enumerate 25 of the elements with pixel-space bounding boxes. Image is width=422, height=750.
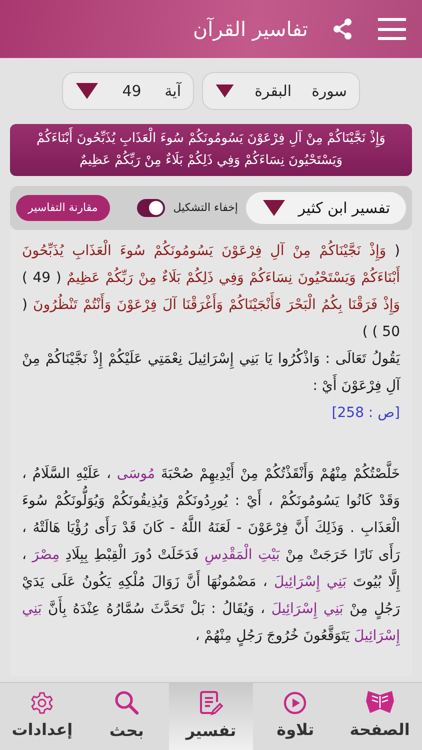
tafsir-dropdown[interactable]: تفسير ابن كثير bbox=[246, 192, 406, 224]
tafsir-paragraph: يَقُولُ تَعَالَى : وَاذْكُرُوا يَا بَنِي إِسْرَائِيلَ نِعْمَتِي عَلَيْكُمْ إِذْ نَجَّيْنَاكُمْ مِنْ آلِ فِرْعَوْنَ أَيْ : bbox=[22, 346, 400, 400]
tafsir-paragraph: [ص : 258] bbox=[330, 404, 400, 423]
dropdown-triangle-icon bbox=[262, 199, 286, 217]
tafsir-paragraph: خَلَّصْتُكُمْ مِنْهُمْ وَأَنْقَذْتُكُمْ مِنْ أَيْدِيهِمْ صُحْبَةَ مُوسَى ، عَلَيْهِ السَّلَامُ ، وَقَدْ كَانُوا يَسُومُونَكُمْ ، أَيْ : يُورِدُونَكُمْ وَيُذِيقُونَكُمْ وَيُوَلُّونَكُمْ سُوءَ الْعَذَابِ . وَذَلِكَ أَنَّ فِرْعَوْنَ - لَعَنَهُ اللَّهُ - كَانَ قَدْ رَأَى رُؤْيَا هَالَتْهُ ، رَأَى نَارًا خَرَجَتْ مِنْ بَيْتِ الْمَقْدِسِ فَدَخَلَتْ دُورَ الْقِبْطِ بِبِلَادِ مِصْرَ ، إِلَّا بُيُوتَ بَنِي إِسْرَائِيلَ ، مَضْمُونُهَا أَنَّ زَوَالَ مُلْكِهِ يَكُونُ عَلَى يَدَيْ رَجُلٍ مِنْ بَنِي إِسْرَائِيلَ ، وَيُقَالُ : بَلْ تَحَدَّثَ سُمَّارُهُ عِنْدَهُ بِأَنَّ بَنِي إِسْرَائِيلَ يَتَوَقَّعُونَ خُرُوجَ رَجُلٍ مِنْهُمْ ، bbox=[22, 461, 400, 650]
settings-icon bbox=[30, 691, 54, 715]
tab[interactable]: الصفحة bbox=[338, 683, 422, 750]
search-icon bbox=[114, 690, 140, 716]
compare-button[interactable]: مقارنة التفاسير bbox=[16, 195, 110, 221]
tab[interactable]: تلاوة bbox=[253, 683, 338, 750]
book-icon bbox=[364, 691, 396, 715]
tab[interactable]: إعدادات bbox=[0, 683, 84, 750]
toggle-switch[interactable] bbox=[137, 199, 166, 217]
dropdown-triangle-icon bbox=[215, 82, 235, 100]
dropdown-triangle-icon bbox=[75, 82, 99, 100]
share-icon[interactable] bbox=[332, 18, 354, 40]
document-pencil-icon bbox=[198, 690, 223, 716]
selector-dropdown[interactable]: سورة البقرة bbox=[202, 72, 360, 110]
tab[interactable]: تفسير bbox=[168, 683, 254, 750]
ayah-banner: وَإِذْ نَجَّيْنَاكُمْ مِنْ آلِ فِرْعَوْنَ يَسُومُونَكُمْ سُوءَ الْعَذَابِ يُذَبِّحُونَ أَبْنَاءَكُمْ وَيَسْتَحْيُونَ نِسَاءَكُمْ وَفِي ذَلِكُمْ بَلَاءٌ مِنْ رَبِّكُمْ عَظِيمٌ bbox=[10, 124, 412, 176]
play-icon bbox=[283, 691, 308, 715]
menu-icon[interactable] bbox=[378, 18, 406, 40]
toggle-label: إخفاء التشكيل bbox=[173, 200, 238, 216]
app-title: تفاسير القرآن bbox=[192, 16, 308, 43]
tab[interactable]: بحث bbox=[84, 683, 169, 750]
